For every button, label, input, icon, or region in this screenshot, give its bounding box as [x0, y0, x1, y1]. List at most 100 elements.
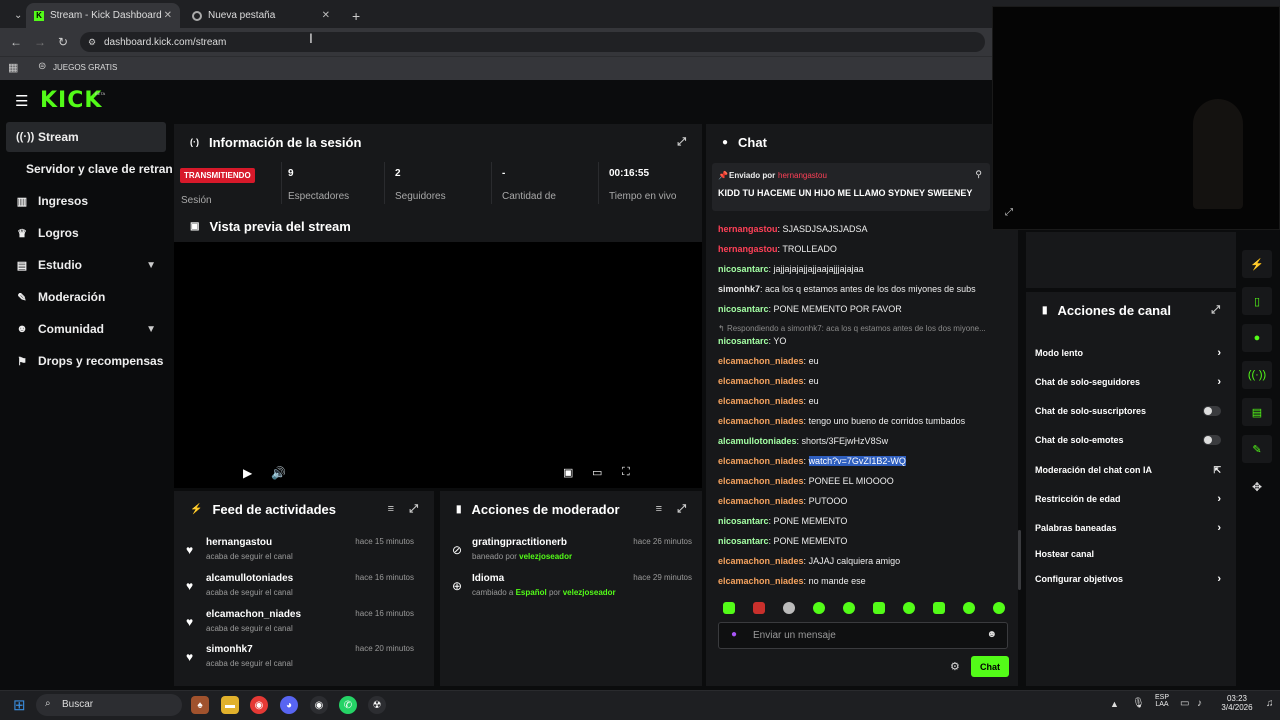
- rail-wrench-icon[interactable]: ✎: [1242, 435, 1272, 463]
- popout-icon[interactable]: ⤢: [409, 503, 418, 516]
- sidebar-item-moderacion[interactable]: ✎ Moderación: [6, 282, 166, 312]
- feed-username[interactable]: alcamullotoniades: [206, 573, 293, 584]
- mod-target[interactable]: gratingpractitionerb: [472, 537, 567, 548]
- miniplayer-icon[interactable]: ▣: [563, 466, 573, 479]
- fullscreen-icon[interactable]: ⛶: [622, 466, 630, 479]
- subscribers-only-toggle[interactable]: [1203, 406, 1221, 416]
- popout-icon[interactable]: ⤢: [677, 136, 686, 149]
- chat-username[interactable]: elcamachon_niades: [718, 476, 804, 486]
- filter-icon[interactable]: ≡: [388, 503, 394, 515]
- clock[interactable]: 03:23 3/4/2026: [1214, 694, 1260, 712]
- back-arrow-icon[interactable]: ←: [10, 35, 22, 49]
- emote-icon[interactable]: [903, 602, 915, 614]
- sidebar-item-estudio[interactable]: ▤ Estudio ▼: [6, 250, 166, 280]
- chat-send-button[interactable]: Chat: [971, 656, 1009, 677]
- menu-icon[interactable]: ☰: [15, 92, 28, 110]
- emotes-only-toggle[interactable]: [1203, 435, 1221, 445]
- chat-username[interactable]: nicosantarc: [718, 336, 769, 346]
- expand-icon[interactable]: ⤢: [1005, 207, 1013, 218]
- bookmark-juegos-gratis[interactable]: JUEGOS GRATIS: [53, 63, 117, 72]
- action-subscribers-only[interactable]: Chat de solo-suscriptores: [1035, 401, 1227, 421]
- chat-username[interactable]: elcamachon_niades: [718, 396, 804, 406]
- action-banned-words[interactable]: Palabras baneadas ›: [1035, 518, 1227, 538]
- chat-input[interactable]: ● Enviar un mensaje ☻: [718, 622, 1008, 649]
- whatsapp-icon[interactable]: ✆: [339, 696, 357, 714]
- action-age-restriction[interactable]: Restricción de edad ›: [1035, 489, 1227, 509]
- play-icon[interactable]: ▶: [243, 466, 252, 480]
- sidebar-item-stream[interactable]: ((·)) Stream: [6, 122, 166, 152]
- chat-username[interactable]: nicosantarc: [718, 536, 769, 546]
- pinned-by-user[interactable]: hernangastou: [778, 171, 827, 180]
- chat-username[interactable]: simonhk7: [718, 284, 760, 294]
- site-info-icon[interactable]: ⚙: [88, 37, 96, 48]
- rail-list-icon[interactable]: ▤: [1242, 398, 1272, 426]
- address-bar[interactable]: ⚙ dashboard.kick.com/stream: [80, 32, 985, 52]
- chrome-icon[interactable]: ◉: [250, 696, 268, 714]
- chat-username[interactable]: nicosantarc: [718, 264, 769, 274]
- action-ai-moderation[interactable]: Moderación del chat con IA ⇱: [1035, 460, 1227, 480]
- taskbar-app-icon[interactable]: ♠: [191, 696, 209, 714]
- tab-kick-dashboard[interactable]: K Stream - Kick Dashboard ✕: [26, 3, 180, 28]
- discord-icon[interactable]: ◕: [280, 696, 298, 714]
- emote-icon[interactable]: [783, 602, 795, 614]
- tray-chevron-up-icon[interactable]: ▲: [1110, 699, 1119, 709]
- chat-username[interactable]: elcamachon_niades: [718, 556, 804, 566]
- taskbar-app-icon[interactable]: ☢: [368, 696, 386, 714]
- add-widget-icon[interactable]: ✥: [1252, 480, 1262, 494]
- feed-username[interactable]: hernangastou: [206, 537, 272, 548]
- emote-icon[interactable]: [873, 602, 885, 614]
- close-icon[interactable]: ✕: [164, 10, 172, 21]
- chat-username[interactable]: alcamullotoniades: [718, 436, 797, 446]
- chat-username[interactable]: elcamachon_niades: [718, 496, 804, 506]
- close-icon[interactable]: ✕: [322, 10, 330, 21]
- mic-tray-icon[interactable]: 🎙: [1132, 698, 1145, 709]
- windows-start-icon[interactable]: ⊞: [13, 696, 26, 714]
- action-followers-only[interactable]: Chat de solo-seguidores ›: [1035, 372, 1227, 392]
- emoji-icon[interactable]: ☻: [986, 629, 997, 640]
- chat-username[interactable]: elcamachon_niades: [718, 356, 804, 366]
- chat-username[interactable]: nicosantarc: [718, 304, 769, 314]
- network-icon[interactable]: ▭: [1180, 698, 1189, 709]
- language-indicator[interactable]: ESP LAA: [1152, 694, 1172, 708]
- emote-icon[interactable]: [843, 602, 855, 614]
- mod-by[interactable]: velezjoseador: [519, 552, 572, 561]
- chat-username[interactable]: hernangastou: [718, 244, 778, 254]
- new-tab-button[interactable]: +: [344, 3, 364, 28]
- emote-icon[interactable]: [963, 602, 975, 614]
- filter-icon[interactable]: ≡: [656, 503, 662, 515]
- emote-icon[interactable]: [993, 602, 1005, 614]
- file-explorer-icon[interactable]: ▬: [221, 696, 239, 714]
- emote-icon[interactable]: [933, 602, 945, 614]
- action-goals[interactable]: Configurar objetivos ›: [1035, 569, 1227, 589]
- tab-list-button[interactable]: ⌄: [6, 3, 26, 28]
- mod-by[interactable]: velezjoseador: [563, 588, 616, 597]
- sidebar-item-drops[interactable]: ⚑ Drops y recompensas: [6, 346, 166, 376]
- chrome-profile-icon[interactable]: ◉: [310, 696, 328, 714]
- chat-username[interactable]: elcamachon_niades: [718, 376, 804, 386]
- chat-settings-gear-icon[interactable]: ⚙: [950, 660, 960, 673]
- chat-scrollbar[interactable]: [1018, 530, 1021, 590]
- action-slow-mode[interactable]: Modo lento ›: [1035, 343, 1227, 363]
- taskbar-search[interactable]: ⌕ Buscar: [36, 694, 182, 716]
- popout-icon[interactable]: ⤢: [677, 503, 686, 516]
- unpin-icon[interactable]: ⚲: [975, 169, 982, 180]
- theater-icon[interactable]: ▭: [592, 466, 602, 479]
- kick-logo[interactable]: KICK: [40, 88, 102, 113]
- reload-icon[interactable]: ↻: [58, 35, 68, 49]
- chat-username[interactable]: elcamachon_niades: [718, 576, 804, 586]
- sidebar-item-comunidad[interactable]: ☻ Comunidad ▼: [6, 314, 166, 344]
- emote-icon[interactable]: [813, 602, 825, 614]
- sidebar-item-logros[interactable]: ♛ Logros: [6, 218, 166, 248]
- mic-icon[interactable]: ●: [731, 629, 737, 640]
- rail-broadcast-icon[interactable]: ((·)): [1242, 361, 1272, 389]
- feed-username[interactable]: simonhk7: [206, 644, 253, 655]
- emote-icon[interactable]: [723, 602, 735, 614]
- volume-icon[interactable]: 🔊: [271, 466, 286, 480]
- emote-icon[interactable]: [753, 602, 765, 614]
- chat-username[interactable]: elcamachon_niades: [718, 416, 804, 426]
- action-host-channel[interactable]: Hostear canal: [1035, 544, 1227, 564]
- pinned-message[interactable]: 📌 Enviado por hernangastou ⚲ KIDD TU HAC…: [712, 163, 990, 211]
- feed-username[interactable]: elcamachon_niades: [206, 609, 301, 620]
- rail-bolt-icon[interactable]: ⚡: [1242, 250, 1272, 278]
- sidebar-item-ingresos[interactable]: ▥ Ingresos: [6, 186, 166, 216]
